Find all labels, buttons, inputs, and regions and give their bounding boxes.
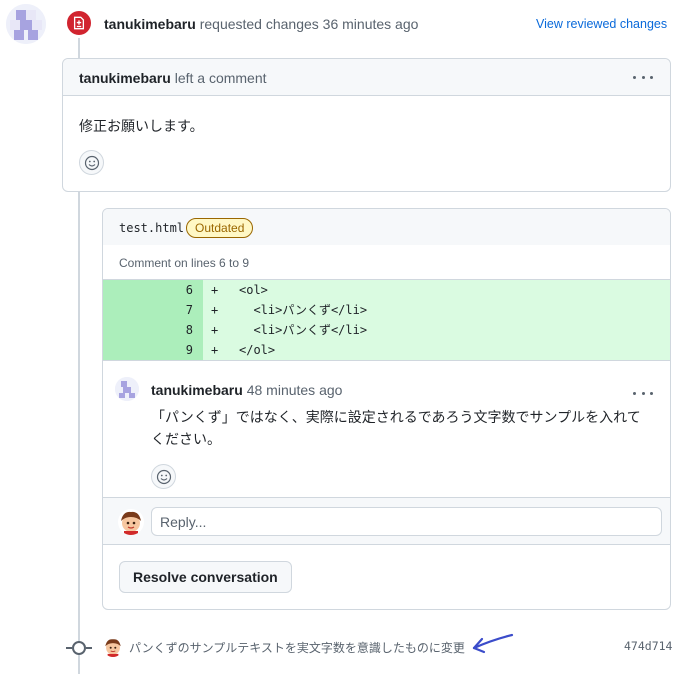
diff-sign: + [211,303,219,317]
kebab-horizontal-icon[interactable] [633,69,653,85]
commit-sha-link[interactable]: 474d714 [624,639,672,653]
comment-lines-label: Comment on lines 6 to 9 [119,256,250,270]
diff-code: </ol> [239,343,276,357]
diff-snippet: 6 + <ol> 7 + <li>パンくず</li> 8 + <li>パンくず<… [103,279,670,360]
review-comment-author[interactable]: tanukimebaru [79,70,171,86]
diff-row: 9 + </ol> [103,340,670,360]
review-action: requested changes 36 minutes ago [199,16,419,32]
thread-comment-author[interactable]: tanukimebaru [151,382,243,398]
git-commit-icon [66,641,92,655]
resolve-conversation-button[interactable]: Resolve conversation [119,561,292,593]
outdated-badge: Outdated [186,218,254,238]
smiley-icon[interactable] [79,150,104,175]
diff-code: <ol> [239,283,268,297]
commenter-avatar[interactable] [115,377,139,401]
thread-file-header: test.html Outdated [103,209,670,245]
diff-line-number: 8 [103,320,203,340]
review-comment: tanukimebaru left a comment 修正お願いします。 [62,58,671,192]
diff-line-number: 7 [103,300,203,320]
review-header: tanukimebaru requested changes 36 minute… [0,0,684,50]
reply-area [103,497,670,545]
review-comment-header: tanukimebaru left a comment [63,59,670,96]
diff-line-number: 9 [103,340,203,360]
review-summary: tanukimebaru requested changes 36 minute… [104,16,418,32]
arrow-annotation-icon [472,633,514,654]
commit-row: パンくずのサンプルテキストを実文字数を意識したものに変更 474d714 [0,632,684,660]
diff-sign: + [211,283,219,297]
review-author[interactable]: tanukimebaru [104,16,196,32]
reply-input[interactable] [151,507,662,536]
diff-row: 7 + <li>パンくず</li> [103,300,670,320]
diff-code: <li>パンくず</li> [239,323,368,337]
review-thread: test.html Outdated Comment on lines 6 to… [102,208,671,610]
reviewer-avatar[interactable] [6,4,46,44]
diff-sign: + [211,343,219,357]
commit-message-link[interactable]: パンくずのサンプルテキストを実文字数を意識したものに変更 [129,639,465,656]
thread-comment-meta: tanukimebaru 48 minutes ago [151,382,342,398]
smiley-icon[interactable] [151,464,176,489]
thread-comment-time[interactable]: 48 minutes ago [247,382,343,398]
commit-author-avatar[interactable] [103,637,123,657]
diff-sign: + [211,323,219,337]
thread-comment-body: 「パンくず」ではなく、実際に設定されるであろう文字数でサンプルを入れてください。 [151,409,641,447]
thread-comment: tanukimebaru 48 minutes ago 「パンくず」ではなく、実… [103,360,670,497]
file-name[interactable]: test.html [119,221,184,235]
diff-line-number: 6 [103,280,203,300]
diff-code: <li>パンくず</li> [239,303,368,317]
view-reviewed-changes-link[interactable]: View reviewed changes [536,17,667,31]
diff-row: 6 + <ol> [103,280,670,300]
file-diff-icon [65,9,93,37]
current-user-avatar[interactable] [118,509,144,535]
diff-row: 8 + <li>パンくず</li> [103,320,670,340]
kebab-horizontal-icon[interactable] [633,385,653,401]
review-comment-body: 修正お願いします。 [79,118,204,134]
review-comment-action: left a comment [174,70,267,86]
